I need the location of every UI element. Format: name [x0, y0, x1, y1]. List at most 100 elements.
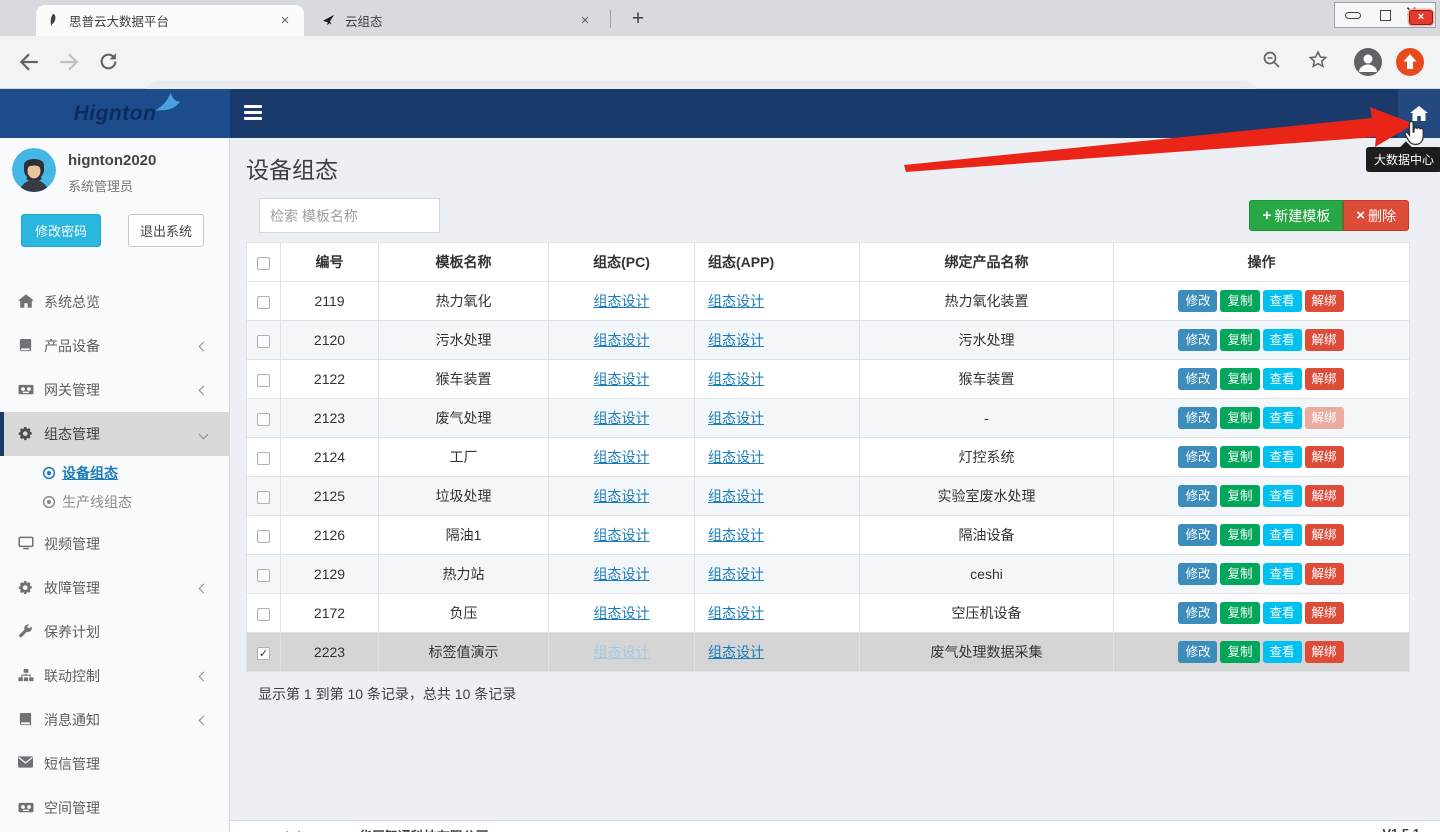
modify-button[interactable]: 修改	[1178, 485, 1217, 507]
view-button[interactable]: 查看	[1263, 602, 1302, 624]
hamburger-menu-icon[interactable]	[244, 105, 264, 121]
close-icon[interactable]: ×	[276, 12, 294, 30]
modify-button[interactable]: 修改	[1178, 290, 1217, 312]
row-checkbox[interactable]	[257, 335, 270, 348]
search-input[interactable]	[259, 198, 440, 233]
config-pc-link[interactable]: 组态设计	[594, 644, 650, 660]
zoom-out-icon[interactable]	[1262, 50, 1282, 70]
config-app-link[interactable]: 组态设计	[708, 605, 764, 621]
unbind-button[interactable]: 解绑	[1305, 641, 1344, 663]
copy-button[interactable]: 复制	[1220, 329, 1259, 351]
config-pc-link[interactable]: 组态设计	[594, 410, 650, 426]
profile-avatar-icon[interactable]	[1354, 48, 1382, 76]
delete-button[interactable]: ×删除	[1343, 200, 1409, 231]
sidebar-item-故障管理[interactable]: 故障管理	[0, 566, 229, 610]
row-checkbox[interactable]	[257, 608, 270, 621]
modify-button[interactable]: 修改	[1178, 641, 1217, 663]
modify-button[interactable]: 修改	[1178, 602, 1217, 624]
close-window-button[interactable]: ✕ ×	[1403, 6, 1431, 24]
sidebar-item-保养计划[interactable]: 保养计划	[0, 610, 229, 654]
browser-tab-2[interactable]: 云组态 ×	[312, 5, 604, 36]
view-button[interactable]: 查看	[1263, 524, 1302, 546]
modify-button[interactable]: 修改	[1178, 446, 1217, 468]
logout-button[interactable]: 退出系统	[128, 214, 204, 247]
unbind-button[interactable]: 解绑	[1305, 368, 1344, 390]
modify-button[interactable]: 修改	[1178, 407, 1217, 429]
config-pc-link[interactable]: 组态设计	[594, 605, 650, 621]
view-button[interactable]: 查看	[1263, 485, 1302, 507]
copy-button[interactable]: 复制	[1220, 407, 1259, 429]
copy-button[interactable]: 复制	[1220, 524, 1259, 546]
minimize-button[interactable]	[1339, 6, 1367, 24]
config-app-link[interactable]: 组态设计	[708, 449, 764, 465]
sidebar-item-系统总览[interactable]: 系统总览	[0, 280, 229, 324]
copy-button[interactable]: 复制	[1220, 368, 1259, 390]
row-checkbox[interactable]	[257, 569, 270, 582]
view-button[interactable]: 查看	[1263, 563, 1302, 585]
row-checkbox[interactable]	[257, 452, 270, 465]
browser-tab-1[interactable]: 思普云大数据平台 ×	[36, 5, 304, 36]
new-tab-button[interactable]: +	[624, 6, 652, 34]
sidebar-item-组态管理[interactable]: 组态管理	[0, 412, 229, 456]
row-checkbox[interactable]	[257, 296, 270, 309]
copy-button[interactable]: 复制	[1220, 641, 1259, 663]
row-checkbox[interactable]: ✓	[257, 647, 270, 660]
copy-button[interactable]: 复制	[1220, 290, 1259, 312]
modify-button[interactable]: 修改	[1178, 524, 1217, 546]
sidebar-subitem-生产线组态[interactable]: 生产线组态	[0, 487, 229, 516]
config-app-link[interactable]: 组态设计	[708, 293, 764, 309]
modify-button[interactable]: 修改	[1178, 563, 1217, 585]
bookmark-star-icon[interactable]	[1308, 50, 1328, 70]
config-pc-link[interactable]: 组态设计	[594, 488, 650, 504]
select-all-checkbox[interactable]	[257, 257, 270, 270]
unbind-button[interactable]: 解绑	[1305, 446, 1344, 468]
home-datacenter-button[interactable]	[1398, 89, 1440, 138]
sidebar-subitem-设备组态[interactable]: 设备组态	[0, 458, 229, 487]
forward-icon[interactable]	[58, 51, 80, 73]
unbind-button[interactable]: 解绑	[1305, 602, 1344, 624]
config-app-link[interactable]: 组态设计	[708, 644, 764, 660]
unbind-button[interactable]: 解绑	[1305, 290, 1344, 312]
config-pc-link[interactable]: 组态设计	[594, 332, 650, 348]
config-app-link[interactable]: 组态设计	[708, 332, 764, 348]
view-button[interactable]: 查看	[1263, 368, 1302, 390]
unbind-button[interactable]: 解绑	[1305, 563, 1344, 585]
view-button[interactable]: 查看	[1263, 641, 1302, 663]
restore-button[interactable]	[1371, 6, 1399, 24]
sidebar-item-联动控制[interactable]: 联动控制	[0, 654, 229, 698]
config-app-link[interactable]: 组态设计	[708, 488, 764, 504]
sidebar-item-消息通知[interactable]: 消息通知	[0, 698, 229, 742]
user-avatar[interactable]	[12, 148, 56, 192]
sidebar-item-产品设备[interactable]: 产品设备	[0, 324, 229, 368]
config-pc-link[interactable]: 组态设计	[594, 293, 650, 309]
row-checkbox[interactable]	[257, 530, 270, 543]
sidebar-item-网关管理[interactable]: 网关管理	[0, 368, 229, 412]
copy-button[interactable]: 复制	[1220, 563, 1259, 585]
modify-button[interactable]: 修改	[1178, 329, 1217, 351]
close-icon[interactable]: ×	[576, 12, 594, 30]
row-checkbox[interactable]	[257, 413, 270, 426]
config-pc-link[interactable]: 组态设计	[594, 371, 650, 387]
copy-button[interactable]: 复制	[1220, 602, 1259, 624]
unbind-button[interactable]: 解绑	[1305, 485, 1344, 507]
config-app-link[interactable]: 组态设计	[708, 410, 764, 426]
back-icon[interactable]	[18, 51, 40, 73]
view-button[interactable]: 查看	[1263, 407, 1302, 429]
change-password-button[interactable]: 修改密码	[21, 214, 101, 247]
browser-app-icon[interactable]	[1396, 48, 1424, 76]
refresh-icon[interactable]	[98, 51, 120, 73]
config-pc-link[interactable]: 组态设计	[594, 566, 650, 582]
view-button[interactable]: 查看	[1263, 290, 1302, 312]
unbind-button[interactable]: 解绑	[1305, 329, 1344, 351]
sidebar-item-短信管理[interactable]: 短信管理	[0, 742, 229, 786]
new-template-button[interactable]: +新建模板	[1249, 200, 1343, 231]
config-app-link[interactable]: 组态设计	[708, 527, 764, 543]
config-app-link[interactable]: 组态设计	[708, 566, 764, 582]
row-checkbox[interactable]	[257, 491, 270, 504]
config-pc-link[interactable]: 组态设计	[594, 527, 650, 543]
copy-button[interactable]: 复制	[1220, 446, 1259, 468]
sidebar-item-空间管理[interactable]: 空间管理	[0, 786, 229, 830]
row-checkbox[interactable]	[257, 374, 270, 387]
view-button[interactable]: 查看	[1263, 446, 1302, 468]
config-pc-link[interactable]: 组态设计	[594, 449, 650, 465]
